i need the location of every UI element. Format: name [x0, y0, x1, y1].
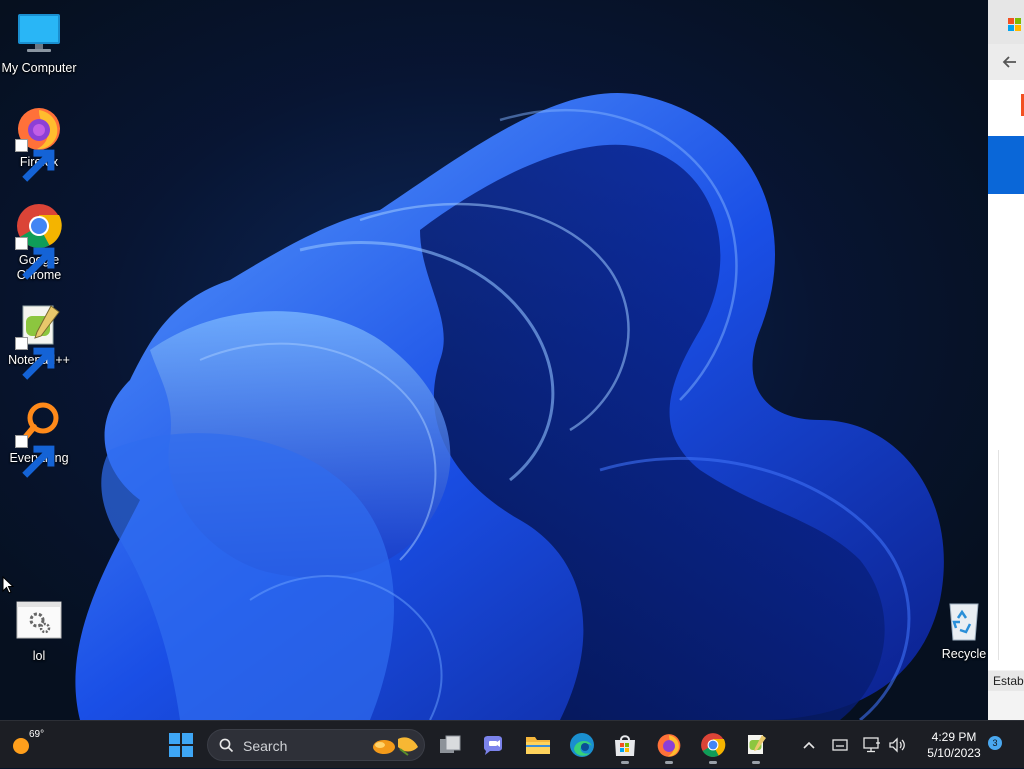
volume-button[interactable]	[883, 729, 911, 761]
windows-start-icon	[169, 733, 193, 757]
mouse-cursor-icon	[2, 576, 14, 594]
edge-icon	[570, 733, 594, 757]
chevron-up-icon	[803, 741, 815, 749]
recycle-bin-icon	[940, 596, 988, 644]
file-explorer-button[interactable]	[522, 729, 554, 761]
desktop: My Computer Firefox Google Chrome Notepa…	[0, 0, 1024, 720]
taskbar-notepadpp-button[interactable]	[740, 729, 772, 764]
desktop-icon-label: My Computer	[1, 61, 77, 75]
shortcut-arrow-icon	[15, 139, 55, 182]
desktop-icon-notepadpp[interactable]: Notepad++	[0, 302, 78, 380]
windows-logo-icon	[1008, 18, 1022, 32]
volume-icon	[889, 737, 905, 753]
chrome-icon	[15, 202, 63, 280]
running-indicator	[709, 761, 717, 764]
firefox-icon	[657, 734, 681, 757]
taskbar-clock[interactable]: 4:29 PM 5/10/2023	[914, 729, 994, 761]
edge-button[interactable]	[566, 729, 598, 761]
desktop-icon-label: Recycle	[941, 647, 987, 661]
clock-time: 4:29 PM	[931, 730, 977, 744]
desktop-icon-label: lol	[32, 649, 46, 663]
shortcut-arrow-icon	[15, 435, 55, 478]
side-window-content	[988, 80, 1024, 136]
settings-window-icon	[15, 598, 63, 646]
task-view-icon	[440, 735, 461, 753]
side-window-status-text: Establ	[993, 674, 1024, 688]
side-window-titlebar[interactable]	[988, 0, 1024, 44]
network-icon	[863, 737, 880, 753]
running-indicator	[665, 761, 673, 764]
side-window[interactable]	[988, 0, 1024, 720]
tray-overflow-button[interactable]	[793, 729, 825, 761]
everything-search-icon	[15, 400, 63, 478]
side-window-blue-bar[interactable]	[988, 136, 1024, 194]
weather-temp: 69°	[29, 729, 45, 740]
teams-chat-button[interactable]	[477, 729, 509, 761]
task-view-button[interactable]	[434, 729, 466, 761]
notepadpp-icon	[748, 735, 766, 754]
store-button[interactable]	[609, 729, 641, 764]
notepadpp-icon	[15, 302, 63, 380]
side-window-body	[988, 194, 1024, 670]
running-indicator	[621, 761, 629, 764]
side-window-status-bar: Establ	[988, 671, 1024, 691]
desktop-icon-chrome[interactable]: Google Chrome	[0, 202, 78, 283]
weather-widget[interactable]: 69°	[8, 721, 48, 769]
wallpaper-bloom	[75, 92, 944, 720]
side-window-toolbar	[988, 44, 1024, 80]
search-highlight-flowers-icon	[373, 737, 418, 756]
taskbar: 69° Search 4:29 PM 5/10/2023	[0, 720, 1024, 768]
taskbar-chrome-button[interactable]	[697, 729, 729, 764]
teams-chat-icon	[484, 736, 502, 755]
desktop-icon-lol[interactable]: lol	[0, 598, 78, 664]
clock-date: 5/10/2023	[927, 746, 981, 760]
file-explorer-icon	[526, 737, 550, 754]
taskbar-firefox-button[interactable]	[653, 729, 685, 764]
monitor-icon	[15, 10, 63, 58]
keyboard-icon	[832, 739, 848, 751]
chrome-icon	[701, 733, 726, 757]
back-arrow-icon[interactable]	[1002, 54, 1018, 70]
desktop-icon-my-computer[interactable]: My Computer	[0, 10, 78, 76]
side-window-divider	[998, 450, 999, 660]
desktop-icon-firefox[interactable]: Firefox	[0, 104, 78, 182]
search-icon	[219, 738, 234, 753]
desktop-icon-everything[interactable]: Everything	[0, 400, 78, 478]
taskbar-search[interactable]: Search	[207, 729, 425, 761]
start-button[interactable]	[165, 729, 197, 761]
shortcut-arrow-icon	[15, 337, 55, 380]
search-placeholder: Search	[243, 738, 288, 754]
firefox-icon	[15, 104, 63, 182]
input-indicator-button[interactable]	[825, 729, 855, 761]
notification-badge[interactable]: 3	[988, 736, 1002, 750]
store-icon	[615, 735, 635, 756]
running-indicator	[752, 761, 760, 764]
shortcut-arrow-icon	[15, 237, 55, 280]
desktop-icon-recycle-bin[interactable]: Recycle	[934, 596, 994, 662]
